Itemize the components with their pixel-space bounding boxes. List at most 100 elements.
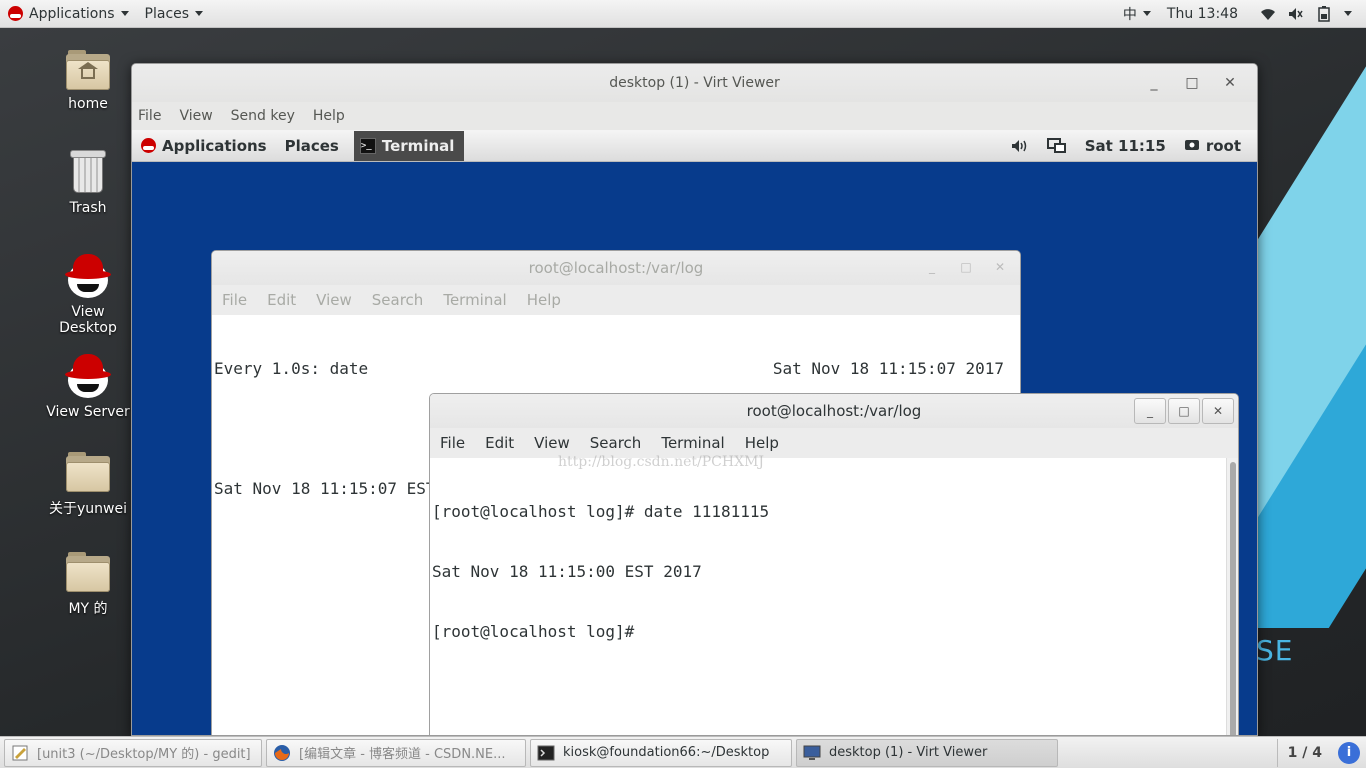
background-text: SE bbox=[1256, 634, 1294, 667]
watch-header: Every 1.0s: date bbox=[214, 359, 369, 378]
minimize-button[interactable]: _ bbox=[1134, 398, 1166, 424]
task-virt-viewer[interactable]: desktop (1) - Virt Viewer bbox=[796, 738, 1058, 767]
desktop-icon-view-server[interactable]: View Server bbox=[44, 352, 132, 420]
maximize-button[interactable]: □ bbox=[1168, 398, 1200, 424]
places-menu[interactable]: Places bbox=[137, 0, 212, 28]
scrollbar[interactable] bbox=[1226, 458, 1238, 735]
menu-file[interactable]: File bbox=[138, 108, 161, 124]
menu-search[interactable]: Search bbox=[372, 291, 424, 309]
redhat-icon bbox=[141, 138, 156, 153]
task-terminal[interactable]: kiosk@foundation66:~/Desktop bbox=[530, 738, 792, 767]
home-folder-icon bbox=[66, 50, 110, 90]
maximize-button[interactable]: □ bbox=[1173, 75, 1211, 91]
minimize-button[interactable]: _ bbox=[916, 255, 948, 281]
guest-clock[interactable]: Sat 11:15 bbox=[1076, 130, 1175, 162]
firefox-icon bbox=[274, 744, 290, 761]
guest-applications-menu[interactable]: Applications bbox=[132, 130, 276, 162]
terminal-title: root@localhost:/var/log bbox=[528, 259, 704, 277]
watermark: http://blog.csdn.net/PCHXMJ bbox=[558, 454, 765, 470]
task-label: kiosk@foundation66:~/Desktop bbox=[563, 745, 770, 760]
guest-display[interactable]: Applications Places >_ Terminal Sat 11:1… bbox=[132, 130, 1257, 735]
terminal-line: [root@localhost log]# date 11181115 bbox=[432, 502, 770, 521]
menu-help[interactable]: Help bbox=[527, 291, 561, 309]
task-firefox[interactable]: [编辑文章 - 博客频道 - CSDN.NE... bbox=[266, 738, 526, 767]
terminal-output[interactable]: [root@localhost log]# date 11181115 Sat … bbox=[430, 454, 1238, 735]
menu-edit[interactable]: Edit bbox=[485, 434, 514, 452]
guest-places-label: Places bbox=[284, 136, 339, 155]
menu-help[interactable]: Help bbox=[745, 434, 779, 452]
guest-volume-button[interactable] bbox=[1002, 130, 1038, 162]
input-method-label: 中 bbox=[1122, 6, 1137, 23]
virt-viewer-window: desktop (1) - Virt Viewer _ □ ✕ File Vie… bbox=[131, 63, 1258, 736]
taskbar: [unit3 (~/Desktop/MY 的) - gedit] [编辑文章 -… bbox=[0, 736, 1366, 768]
redhat-icon bbox=[8, 6, 23, 21]
minimize-button[interactable]: _ bbox=[1135, 75, 1173, 91]
places-label: Places bbox=[144, 5, 190, 22]
window-titlebar[interactable]: root@localhost:/var/log _ □ ✕ bbox=[212, 251, 1020, 285]
terminal-title: root@localhost:/var/log bbox=[746, 402, 922, 420]
guest-user-menu[interactable]: root bbox=[1175, 130, 1257, 162]
top-bar: Applications Places 中 Thu 13:48 bbox=[0, 0, 1366, 28]
window-titlebar[interactable]: desktop (1) - Virt Viewer _ □ ✕ bbox=[132, 64, 1257, 102]
menu-search[interactable]: Search bbox=[590, 434, 642, 452]
guest-user-label: root bbox=[1205, 136, 1241, 155]
clock[interactable]: Thu 13:48 bbox=[1159, 0, 1246, 28]
menu-send-key[interactable]: Send key bbox=[231, 108, 295, 124]
workspace-indicator[interactable]: 1 / 4 bbox=[1276, 738, 1332, 767]
desktop-icon-folder[interactable]: MY 的 bbox=[44, 552, 132, 618]
desktop-icon-label: View Desktop bbox=[59, 304, 117, 336]
menu-view[interactable]: View bbox=[534, 434, 570, 452]
terminal-icon bbox=[537, 745, 555, 760]
menu-terminal[interactable]: Terminal bbox=[661, 434, 724, 452]
desktop-icon-folder[interactable]: 关于yunwei bbox=[44, 452, 132, 518]
close-button[interactable]: ✕ bbox=[1202, 398, 1234, 424]
desktop-icon-label: View Server bbox=[46, 404, 130, 420]
guest-terminal-label: Terminal bbox=[381, 136, 455, 155]
task-gedit[interactable]: [unit3 (~/Desktop/MY 的) - gedit] bbox=[4, 738, 262, 767]
desktop-icon-home[interactable]: home bbox=[44, 50, 132, 112]
menu-file[interactable]: File bbox=[222, 291, 247, 309]
menu-view[interactable]: View bbox=[316, 291, 352, 309]
guest-network-button[interactable] bbox=[1038, 130, 1076, 162]
window-title: desktop (1) - Virt Viewer bbox=[609, 75, 780, 91]
guest-top-bar: Applications Places >_ Terminal Sat 11:1… bbox=[132, 130, 1257, 162]
applications-menu[interactable]: Applications bbox=[0, 0, 137, 28]
volume-icon bbox=[1286, 4, 1306, 24]
desktop-icon-label: MY 的 bbox=[68, 601, 108, 617]
desktop-icon-view-desktop[interactable]: View Desktop bbox=[44, 252, 132, 336]
window-titlebar[interactable]: root@localhost:/var/log _ □ ✕ bbox=[430, 394, 1238, 428]
menu-terminal[interactable]: Terminal bbox=[443, 291, 506, 309]
guest-terminal-app-button[interactable]: >_ Terminal bbox=[353, 130, 465, 161]
wifi-icon bbox=[1258, 4, 1278, 24]
terminal-window-active[interactable]: root@localhost:/var/log _ □ ✕ File Edit … bbox=[429, 393, 1239, 735]
network-icon bbox=[1046, 137, 1066, 153]
system-menu[interactable] bbox=[1246, 0, 1366, 28]
volume-icon bbox=[1011, 139, 1026, 152]
guest-places-menu[interactable]: Places bbox=[276, 130, 348, 162]
trash-icon bbox=[70, 150, 106, 194]
input-method-menu[interactable]: 中 bbox=[1115, 0, 1159, 28]
applications-label: Applications bbox=[29, 5, 115, 22]
terminal-icon: >_ bbox=[359, 137, 376, 154]
chevron-down-icon bbox=[120, 11, 129, 16]
task-label: [编辑文章 - 博客频道 - CSDN.NE... bbox=[299, 747, 506, 762]
gedit-icon bbox=[12, 745, 28, 760]
close-button[interactable]: ✕ bbox=[1211, 75, 1249, 91]
info-icon[interactable]: i bbox=[1338, 741, 1360, 764]
menu-file[interactable]: File bbox=[440, 434, 465, 452]
menu-bar: File View Send key Help bbox=[132, 102, 1257, 130]
close-button[interactable]: ✕ bbox=[984, 255, 1016, 281]
menu-view[interactable]: View bbox=[179, 108, 212, 124]
desktop-icon-label: Trash bbox=[69, 200, 107, 216]
terminal-menu-bar: File Edit View Search Terminal Help bbox=[430, 428, 1238, 458]
redhat-icon bbox=[65, 352, 111, 398]
clock-label: Thu 13:48 bbox=[1166, 5, 1238, 22]
chevron-down-icon bbox=[1142, 11, 1151, 16]
virt-viewer-icon bbox=[803, 745, 821, 760]
maximize-button[interactable]: □ bbox=[950, 255, 982, 281]
user-icon bbox=[1184, 139, 1199, 150]
menu-edit[interactable]: Edit bbox=[267, 291, 296, 309]
menu-help[interactable]: Help bbox=[313, 108, 345, 124]
desktop-icon-trash[interactable]: Trash bbox=[44, 150, 132, 216]
desktop-icon-label: 关于yunwei bbox=[49, 501, 127, 517]
